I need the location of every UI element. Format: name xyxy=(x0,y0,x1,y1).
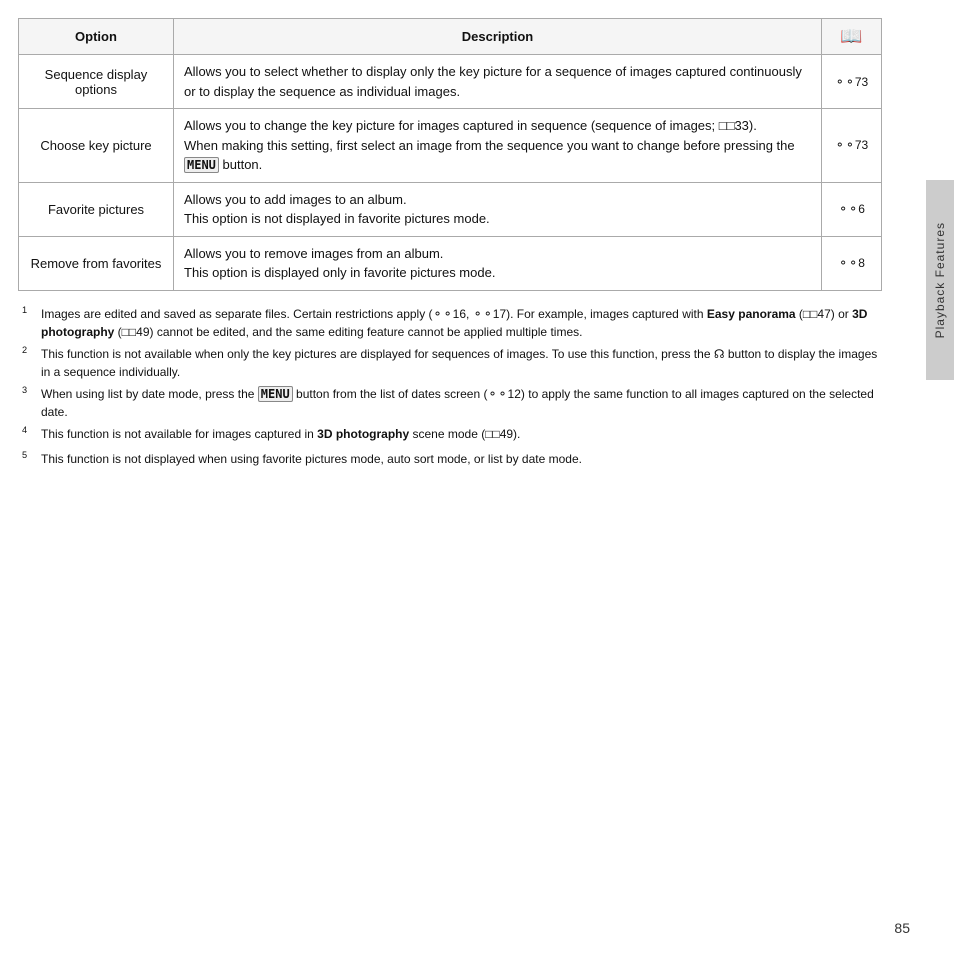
header-description: Description xyxy=(174,19,822,55)
option-description: Allows you to change the key picture for… xyxy=(174,109,822,183)
page-number: 85 xyxy=(894,920,910,936)
option-ref: ⚬⚬73 xyxy=(822,109,882,183)
footnote-text: This function is not available for image… xyxy=(41,425,882,443)
option-label: Choose key picture xyxy=(19,109,174,183)
footnote-number: 2 xyxy=(22,343,38,364)
side-tab: Playback Features xyxy=(926,180,954,380)
footnote-5: 5 This function is not displayed when us… xyxy=(22,450,882,471)
options-table: Option Description 📖 Sequence display op… xyxy=(18,18,882,291)
footnote-4: 4 This function is not available for ima… xyxy=(22,425,882,446)
option-label: Remove from favorites xyxy=(19,236,174,290)
option-ref: ⚬⚬8 xyxy=(822,236,882,290)
footnote-text: When using list by date mode, press the … xyxy=(41,385,882,421)
table-row: Sequence display options Allows you to s… xyxy=(19,55,882,109)
option-label: Favorite pictures xyxy=(19,182,174,236)
option-description: Allows you to select whether to display … xyxy=(174,55,822,109)
footnote-3: 3 When using list by date mode, press th… xyxy=(22,385,882,421)
footnote-text: This function is not available when only… xyxy=(41,345,882,381)
option-ref: ⚬⚬6 xyxy=(822,182,882,236)
table-row: Choose key picture Allows you to change … xyxy=(19,109,882,183)
footnotes-section: 1 Images are edited and saved as separat… xyxy=(18,305,882,472)
footnote-text: Images are edited and saved as separate … xyxy=(41,305,882,341)
header-option: Option xyxy=(19,19,174,55)
footnote-text: This function is not displayed when usin… xyxy=(41,450,882,468)
option-description: Allows you to add images to an album. Th… xyxy=(174,182,822,236)
footnote-number: 1 xyxy=(22,303,38,324)
option-ref: ⚬⚬73 xyxy=(822,55,882,109)
option-description: Allows you to remove images from an albu… xyxy=(174,236,822,290)
footnote-number: 5 xyxy=(22,448,38,469)
header-ref: 📖 xyxy=(822,19,882,55)
footnote-1: 1 Images are edited and saved as separat… xyxy=(22,305,882,341)
side-tab-label: Playback Features xyxy=(933,222,947,338)
option-label: Sequence display options xyxy=(19,55,174,109)
footnote-number: 3 xyxy=(22,383,38,404)
table-row: Remove from favorites Allows you to remo… xyxy=(19,236,882,290)
page-content: Option Description 📖 Sequence display op… xyxy=(0,0,900,493)
footnote-number: 4 xyxy=(22,423,38,444)
footnote-2: 2 This function is not available when on… xyxy=(22,345,882,381)
table-row: Favorite pictures Allows you to add imag… xyxy=(19,182,882,236)
